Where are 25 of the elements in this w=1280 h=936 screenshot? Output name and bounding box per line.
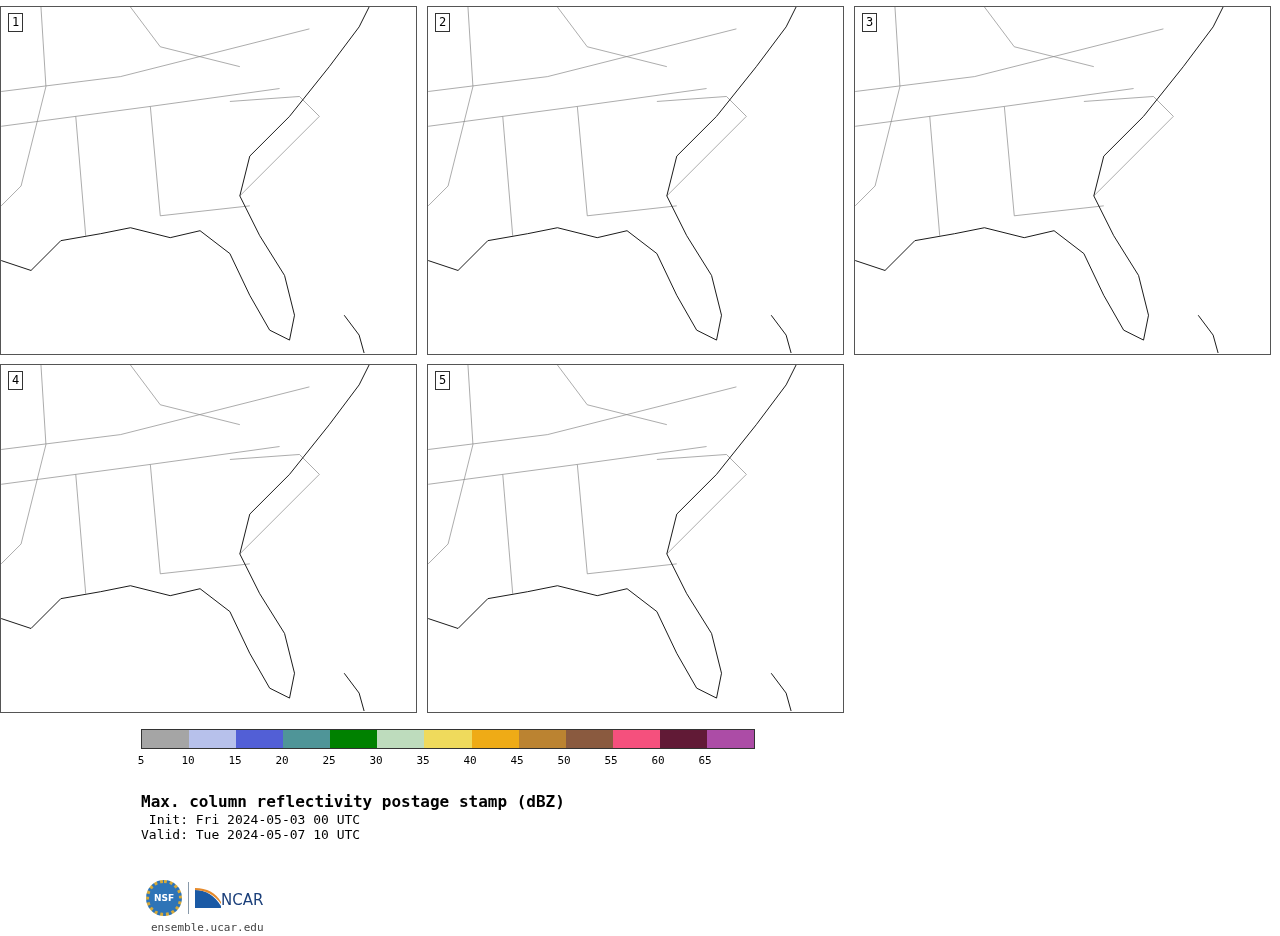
valid-time: Valid: Tue 2024-05-07 10 UTC: [141, 827, 362, 842]
tick-label: 35: [416, 754, 430, 767]
tick-label: 45: [510, 754, 524, 767]
tick-label: 60: [651, 754, 665, 767]
swoosh-icon: [195, 888, 221, 908]
tick-label: 5: [137, 754, 145, 767]
panel-number: 1: [8, 13, 24, 32]
tick-label: 20: [275, 754, 289, 767]
tick-label: 25: [322, 754, 336, 767]
tick-label: 15: [228, 754, 242, 767]
tick-label: 40: [463, 754, 477, 767]
tick-label: 55: [604, 754, 618, 767]
nsf-logo: NSF: [146, 880, 182, 916]
chart-title: Max. column reflectivity postage stamp (dBZ): [141, 792, 566, 812]
init-time: Init: Fri 2024-05-03 00 UTC: [147, 812, 362, 827]
ncar-logo: NCAR: [195, 888, 264, 908]
tick-label: 65: [698, 754, 712, 767]
tick-label: 10: [181, 754, 195, 767]
panel-number: 4: [8, 371, 24, 390]
site-url: ensemble.ucar.edu: [151, 921, 265, 934]
panel-number: 2: [435, 13, 451, 32]
panel-number: 5: [435, 371, 451, 390]
tick-label: 50: [557, 754, 571, 767]
tick-label: 30: [369, 754, 383, 767]
panel-number: 3: [862, 13, 878, 32]
